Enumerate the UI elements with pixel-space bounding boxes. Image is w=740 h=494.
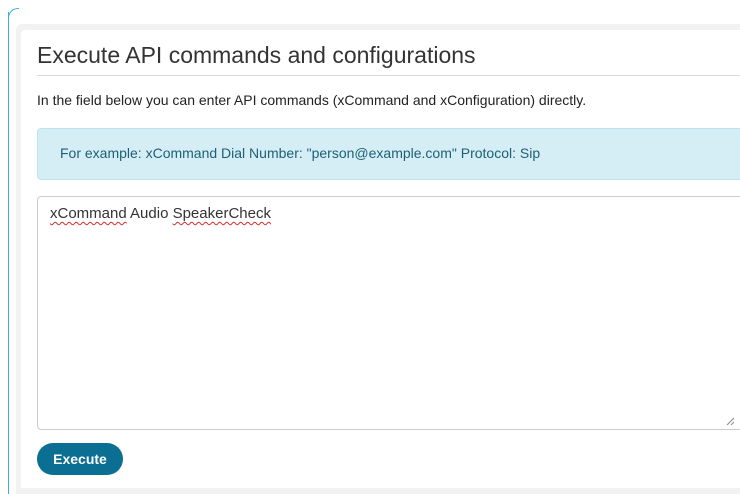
example-text: For example: xCommand Dial Number: "pers… (60, 145, 541, 161)
page-title: Execute API commands and configurations (37, 42, 476, 68)
command-value: xCommand Audio SpeakerCheck (50, 205, 271, 222)
page-frame: Execute API commands and configurations … (0, 0, 740, 494)
command-word-2: Audio (126, 205, 173, 222)
title-divider (37, 75, 740, 76)
command-word-1: xCommand (50, 205, 127, 222)
page-description: In the field below you can enter API com… (37, 92, 587, 108)
example-alert: For example: xCommand Dial Number: "pers… (37, 128, 740, 180)
execute-button[interactable]: Execute (37, 443, 123, 475)
command-textarea[interactable]: xCommand Audio SpeakerCheck (37, 196, 740, 430)
left-accent-line (8, 12, 9, 494)
resize-handle-icon[interactable] (726, 417, 734, 425)
command-word-3: SpeakerCheck (172, 205, 271, 222)
left-accent-corner (8, 8, 19, 19)
